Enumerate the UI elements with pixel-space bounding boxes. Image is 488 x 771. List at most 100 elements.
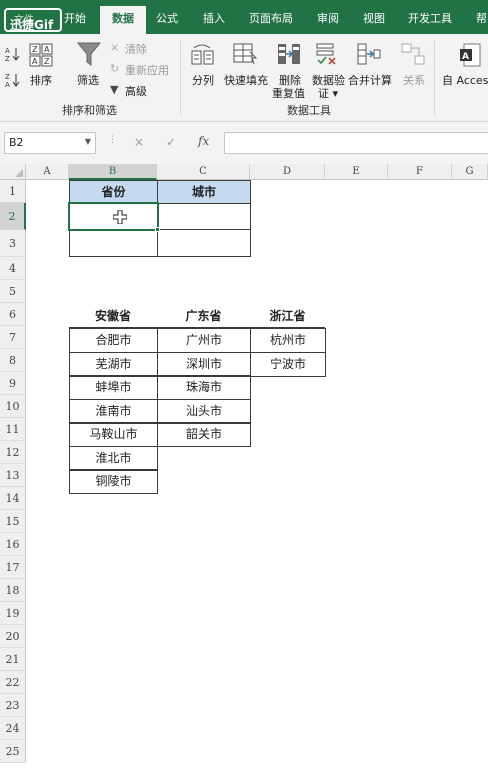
access-database-icon[interactable]: A — [458, 42, 482, 71]
table-cell-guangdong[interactable]: 汕头市 — [157, 399, 251, 424]
flash-fill-icon[interactable] — [232, 42, 258, 69]
tab-home[interactable]: 开始 — [64, 10, 86, 26]
more-icon: ⋮ — [108, 135, 117, 145]
table-cell-anhui[interactable]: 淮南市 — [69, 399, 158, 424]
chevron-down-icon[interactable]: ▼ — [85, 137, 91, 146]
header-cell-zhejiang[interactable]: 浙江省 — [250, 304, 325, 328]
table-cell-anhui[interactable]: 淮北市 — [69, 446, 158, 471]
row-header-22[interactable]: 22 — [0, 671, 26, 694]
remove-duplicates-icon[interactable] — [276, 42, 302, 69]
column-header-e[interactable]: E — [325, 164, 388, 180]
insert-function-icon[interactable]: fx — [198, 134, 209, 148]
sort-icon[interactable]: ZAAZ — [28, 42, 54, 71]
column-header-c[interactable]: C — [157, 164, 250, 180]
table-cell-anhui[interactable]: 马鞍山市 — [69, 422, 158, 447]
watermark-badge: 文件 迅捷Gif — [4, 8, 62, 32]
row-header-25[interactable]: 25 — [0, 740, 26, 763]
row-header-7[interactable]: 7 — [0, 326, 26, 349]
filter-button[interactable]: 筛选 — [77, 72, 99, 88]
row-header-8[interactable]: 8 — [0, 349, 26, 372]
header-cell-guangdong[interactable]: 广东省 — [157, 304, 250, 328]
row-header-19[interactable]: 19 — [0, 602, 26, 625]
table-cell-c2[interactable] — [157, 203, 251, 230]
row-header-10[interactable]: 10 — [0, 395, 26, 418]
table-cell-c3[interactable] — [157, 229, 251, 257]
header-cell-anhui[interactable]: 安徽省 — [69, 304, 157, 328]
consolidate-button[interactable]: 合并计算 — [348, 72, 392, 88]
tab-view[interactable]: 视图 — [363, 10, 385, 26]
column-header-b[interactable]: B — [69, 164, 157, 180]
text-to-columns-button[interactable]: 分列 — [192, 72, 214, 88]
tab-insert[interactable]: 插入 — [203, 10, 225, 26]
header-cell-province[interactable]: 省份 — [69, 180, 158, 204]
advanced-button[interactable]: 高级 — [125, 83, 147, 99]
tab-developer[interactable]: 开发工具 — [408, 10, 452, 26]
row-header-4[interactable]: 4 — [0, 257, 26, 280]
text-to-columns-icon[interactable] — [190, 42, 216, 69]
table-cell-guangdong[interactable]: 广州市 — [157, 328, 251, 353]
sort-ascending-icon[interactable]: AZ — [5, 46, 21, 65]
row-header-23[interactable]: 23 — [0, 694, 26, 717]
formula-input[interactable] — [224, 132, 488, 154]
table-cell-anhui[interactable]: 蚌埠市 — [69, 375, 158, 400]
ribbon-tab-bar: 文件 迅捷Gif 开始 数据 公式 插入 页面布局 审阅 视图 开发工具 帮 — [0, 0, 488, 34]
data-validation-icon[interactable] — [315, 42, 341, 69]
table-cell-anhui[interactable]: 合肥市 — [69, 328, 158, 353]
sort-button[interactable]: 排序 — [30, 72, 52, 88]
row-header-11[interactable]: 11 — [0, 418, 26, 441]
select-all-button[interactable] — [0, 164, 26, 180]
tab-data[interactable]: 数据 — [100, 6, 146, 34]
from-access-button[interactable]: 自 Access — [442, 72, 488, 88]
row-header-5[interactable]: 5 — [0, 280, 26, 303]
column-header-g[interactable]: G — [452, 164, 488, 180]
flash-fill-button[interactable]: 快速填充 — [224, 72, 268, 88]
svg-text:A: A — [32, 57, 38, 66]
table-cell-anhui[interactable]: 芜湖市 — [69, 352, 158, 377]
row-header-21[interactable]: 21 — [0, 648, 26, 671]
consolidate-icon[interactable] — [356, 42, 382, 69]
relationships-button[interactable]: 关系 — [403, 72, 425, 88]
tab-page-layout[interactable]: 页面布局 — [249, 10, 293, 26]
row-header-24[interactable]: 24 — [0, 717, 26, 740]
reapply-button[interactable]: 重新应用 — [125, 62, 169, 78]
reapply-icon: ↻ — [110, 62, 120, 75]
row-header-15[interactable]: 15 — [0, 510, 26, 533]
column-header-a[interactable]: A — [26, 164, 69, 180]
table-cell-guangdong[interactable]: 深圳市 — [157, 352, 251, 377]
sort-descending-icon[interactable]: ZA — [5, 72, 21, 91]
table-cell-b3[interactable] — [69, 229, 158, 257]
advanced-filter-icon: ▼ — [110, 83, 119, 96]
spreadsheet-grid[interactable]: A B C D E F G 1 2 3 4 5 6 7 8 9 10 11 12 13 14 15 16 17 1… — [0, 164, 488, 771]
row-header-16[interactable]: 16 — [0, 533, 26, 556]
tab-formulas[interactable]: 公式 — [156, 10, 178, 26]
table-cell-guangdong[interactable]: 韶关市 — [157, 422, 251, 447]
row-header-2[interactable]: 2 — [0, 203, 26, 230]
header-cell-city[interactable]: 城市 — [157, 180, 251, 204]
row-header-20[interactable]: 20 — [0, 625, 26, 648]
name-box[interactable]: B2 ▼ — [4, 132, 96, 154]
table-cell-anhui[interactable]: 铜陵市 — [69, 469, 158, 494]
column-header-d[interactable]: D — [250, 164, 325, 180]
row-header-14[interactable]: 14 — [0, 487, 26, 510]
confirm-icon[interactable]: ✓ — [166, 135, 176, 149]
row-header-9[interactable]: 9 — [0, 372, 26, 395]
row-header-6[interactable]: 6 — [0, 303, 26, 326]
row-header-12[interactable]: 12 — [0, 441, 26, 464]
cancel-icon[interactable]: × — [134, 135, 144, 149]
clear-button[interactable]: 清除 — [125, 41, 147, 57]
ribbon-panel: AZ ZA ZAAZ 排序 筛选 ⨯ 清除 ↻ 重新应用 ▼ 高级 排序和筛选 … — [0, 34, 488, 122]
row-header-3[interactable]: 3 — [0, 230, 26, 257]
tab-help[interactable]: 帮 — [476, 10, 487, 26]
table-cell-zhejiang[interactable]: 杭州市 — [250, 328, 326, 353]
fill-handle[interactable] — [155, 227, 160, 232]
table-cell-zhejiang[interactable]: 宁波市 — [250, 352, 326, 377]
table-cell-guangdong[interactable]: 珠海市 — [157, 375, 251, 400]
column-header-f[interactable]: F — [388, 164, 452, 180]
cursor-cross-icon — [112, 209, 128, 227]
filter-icon[interactable] — [76, 40, 102, 71]
tab-review[interactable]: 审阅 — [317, 10, 339, 26]
row-header-18[interactable]: 18 — [0, 579, 26, 602]
row-header-1[interactable]: 1 — [0, 180, 26, 203]
row-header-13[interactable]: 13 — [0, 464, 26, 487]
row-header-17[interactable]: 17 — [0, 556, 26, 579]
